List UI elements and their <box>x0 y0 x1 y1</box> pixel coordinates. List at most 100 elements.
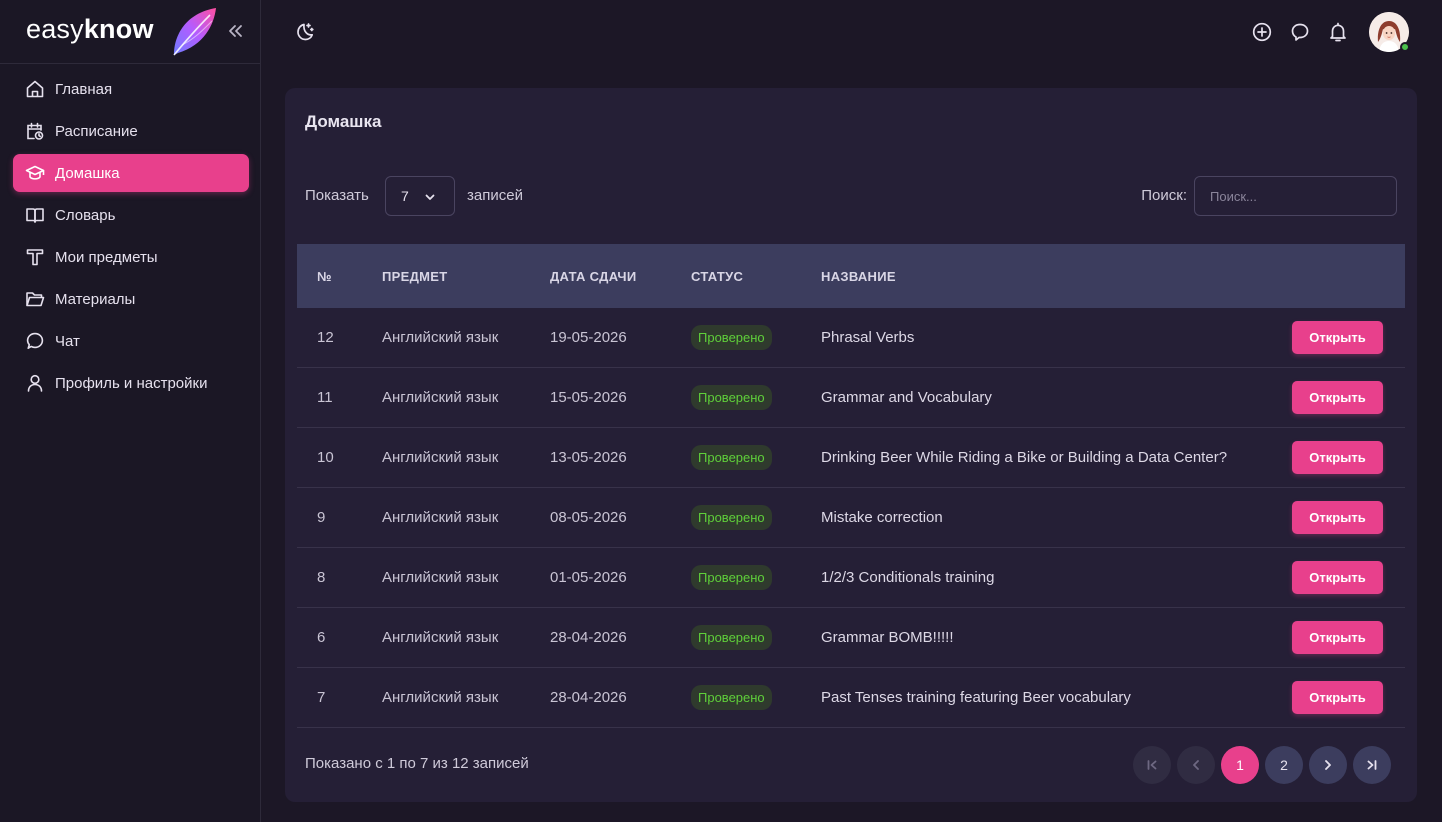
page-title: Домашка <box>305 112 382 131</box>
cell-number: 12 <box>317 329 334 346</box>
sidebar-nav: Главная Расписание Домашка Словарь Мои п… <box>13 70 249 406</box>
cell-title: Phrasal Verbs <box>821 329 915 346</box>
cell-title: Grammar and Vocabulary <box>821 389 992 406</box>
calendar-clock-icon <box>27 122 44 140</box>
cell-number: 7 <box>317 689 326 706</box>
sidebar-item-schedule[interactable]: Расписание <box>13 112 249 150</box>
search-label: Поиск: <box>1141 187 1187 204</box>
sidebar-item-my-subjects[interactable]: Мои предметы <box>13 238 249 276</box>
feather-logo-icon <box>173 8 216 56</box>
search-input[interactable] <box>1194 176 1397 216</box>
page-button-1[interactable]: 1 <box>1221 746 1259 784</box>
cell-due-date: 19-05-2026 <box>550 329 627 346</box>
status-badge: Проверено <box>691 685 772 710</box>
cell-subject: Английский язык <box>382 569 499 586</box>
chevron-right-icon <box>1325 760 1331 770</box>
chevron-left-icon <box>1193 760 1199 770</box>
sidebar-item-label: Материалы <box>55 290 136 308</box>
sidebar-item-home[interactable]: Главная <box>13 70 249 108</box>
sidebar-item-dictionary[interactable]: Словарь <box>13 196 249 234</box>
cell-due-date: 01-05-2026 <box>550 569 627 586</box>
open-button[interactable]: Открыть <box>1292 441 1383 474</box>
page-button-2[interactable]: 2 <box>1265 746 1303 784</box>
book-icon <box>26 208 44 223</box>
cell-number: 11 <box>317 389 333 406</box>
collapse-sidebar-icon[interactable] <box>226 22 244 40</box>
sidebar-item-materials[interactable]: Материалы <box>13 280 249 318</box>
sidebar: easyknow Главная Расписание Домашка Слов… <box>0 0 261 822</box>
open-button[interactable]: Открыть <box>1292 381 1383 414</box>
cell-number: 10 <box>317 449 334 466</box>
open-button[interactable]: Открыть <box>1292 501 1383 534</box>
add-circle-icon[interactable] <box>1251 21 1273 43</box>
last-page-icon <box>1367 760 1377 770</box>
col-header-title[interactable]: НАЗВАНИЕ <box>821 269 1285 284</box>
cell-title: Drinking Beer While Riding a Bike or Bui… <box>821 449 1228 466</box>
table-row: 6 Английский язык 28-04-2026 Проверено G… <box>297 608 1405 668</box>
table-controls: Показать 7 записей Поиск: <box>305 176 1397 216</box>
cell-title: Past Tenses training featuring Beer voca… <box>821 689 1131 706</box>
col-header-status[interactable]: СТАТУС <box>691 269 821 284</box>
sidebar-item-label: Главная <box>55 80 113 98</box>
table-row: 8 Английский язык 01-05-2026 Проверено 1… <box>297 548 1405 608</box>
cell-number: 8 <box>317 569 326 586</box>
cell-title: Mistake correction <box>821 509 943 526</box>
open-button[interactable]: Открыть <box>1292 681 1383 714</box>
online-status-dot <box>1400 42 1410 52</box>
status-badge: Проверено <box>691 325 772 350</box>
sidebar-item-label: Мои предметы <box>55 248 158 266</box>
next-page-button[interactable] <box>1309 746 1347 784</box>
open-button[interactable]: Открыть <box>1292 621 1383 654</box>
first-page-button[interactable] <box>1133 746 1171 784</box>
cell-subject: Английский язык <box>382 449 499 466</box>
status-badge: Проверено <box>691 445 772 470</box>
sidebar-item-chat[interactable]: Чат <box>13 322 249 360</box>
cell-subject: Английский язык <box>382 509 499 526</box>
logo[interactable]: easyknow <box>26 14 154 45</box>
theme-toggle-moon-icon[interactable] <box>293 21 315 43</box>
table-row: 11 Английский язык 15-05-2026 Проверено … <box>297 368 1405 428</box>
open-button[interactable]: Открыть <box>1292 561 1383 594</box>
open-button[interactable]: Открыть <box>1292 321 1383 354</box>
graduation-cap-icon <box>25 165 45 180</box>
status-badge: Проверено <box>691 625 772 650</box>
last-page-button[interactable] <box>1353 746 1391 784</box>
col-header-due-date[interactable]: ДАТА СДАЧИ <box>550 269 691 284</box>
records-label: записей <box>467 187 523 204</box>
cell-number: 9 <box>317 509 326 526</box>
prev-page-button[interactable] <box>1177 746 1215 784</box>
notification-bell-icon[interactable] <box>1327 21 1349 43</box>
user-icon <box>27 374 43 392</box>
homework-table: № ПРЕДМЕТ ДАТА СДАЧИ СТАТУС НАЗВАНИЕ 12 … <box>297 244 1405 728</box>
col-header-subject[interactable]: ПРЕДМЕТ <box>382 269 550 284</box>
cell-subject: Английский язык <box>382 629 499 646</box>
cell-due-date: 15-05-2026 <box>550 389 627 406</box>
first-page-icon <box>1147 760 1157 770</box>
chat-icon <box>26 332 44 349</box>
sidebar-item-label: Домашка <box>55 164 120 182</box>
table-row: 9 Английский язык 08-05-2026 Проверено M… <box>297 488 1405 548</box>
table-header: № ПРЕДМЕТ ДАТА СДАЧИ СТАТУС НАЗВАНИЕ <box>297 244 1405 308</box>
logo-row: easyknow <box>0 0 260 64</box>
status-badge: Проверено <box>691 385 772 410</box>
cell-due-date: 28-04-2026 <box>550 689 627 706</box>
table-row: 12 Английский язык 19-05-2026 Проверено … <box>297 308 1405 368</box>
text-t-icon <box>26 249 44 266</box>
cell-title: Grammar BOMB!!!!! <box>821 629 954 646</box>
table-row: 10 Английский язык 13-05-2026 Проверено … <box>297 428 1405 488</box>
chevron-down-icon <box>425 194 435 200</box>
sidebar-item-label: Расписание <box>55 122 138 140</box>
col-header-number[interactable]: № <box>297 269 382 284</box>
cell-due-date: 13-05-2026 <box>550 449 627 466</box>
user-avatar[interactable] <box>1369 12 1410 52</box>
cell-due-date: 08-05-2026 <box>550 509 627 526</box>
sidebar-item-label: Чат <box>55 332 80 350</box>
cell-number: 6 <box>317 629 326 646</box>
sidebar-item-profile-settings[interactable]: Профиль и настройки <box>13 364 249 402</box>
status-badge: Проверено <box>691 565 772 590</box>
cell-title: 1/2/3 Conditionals training <box>821 569 995 586</box>
cell-subject: Английский язык <box>382 689 499 706</box>
chat-bubble-icon[interactable] <box>1289 21 1311 43</box>
sidebar-item-homework[interactable]: Домашка <box>13 154 249 192</box>
page-size-select[interactable]: 7 <box>385 176 455 216</box>
